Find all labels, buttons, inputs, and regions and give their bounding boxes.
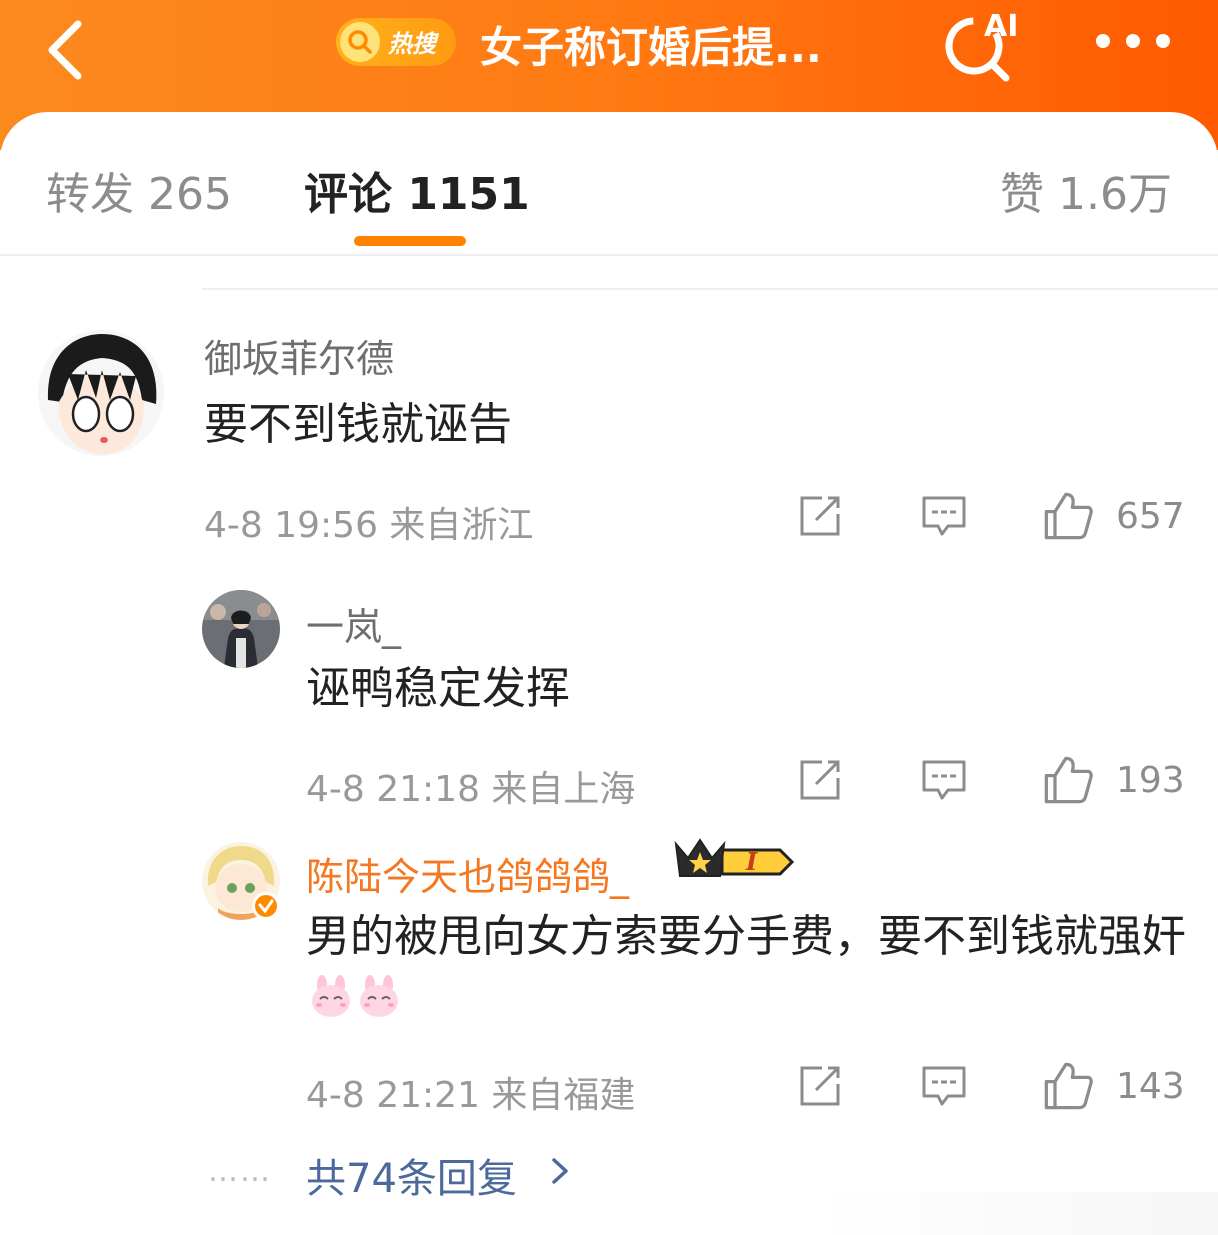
comment-text: 要不到钱就诬告 xyxy=(204,399,512,450)
more-replies-dots: …… xyxy=(208,1154,272,1189)
svg-text:AI: AI xyxy=(984,9,1018,44)
tab-comments[interactable]: 评论 1151 xyxy=(304,158,530,222)
tab-likes[interactable]: 赞 1.6万 xyxy=(1000,158,1172,222)
back-arrow-icon[interactable] xyxy=(40,10,100,80)
like-count: 143 xyxy=(1116,1066,1185,1107)
divider xyxy=(202,288,1218,290)
comment-icon[interactable] xyxy=(920,492,968,540)
like-icon[interactable] xyxy=(1042,1060,1094,1112)
active-tab-indicator xyxy=(354,236,466,246)
more-options-icon[interactable] xyxy=(1094,28,1174,54)
hot-search-badge[interactable]: 热搜 xyxy=(336,18,456,66)
comment-username[interactable]: 御坂菲尔德 xyxy=(204,328,394,383)
search-icon xyxy=(340,22,380,62)
vip-crown-badge-icon[interactable]: I xyxy=(672,836,796,886)
reply-username[interactable]: 陈陆今天也鸽鸽鸽_ xyxy=(306,846,629,901)
reply-meta: 4-8 21:18 来自上海 xyxy=(306,769,636,810)
reply-text: 诬鸭稳定发挥 xyxy=(306,663,570,714)
like-icon[interactable] xyxy=(1042,490,1094,542)
like-count: 193 xyxy=(1116,760,1185,801)
chevron-right-icon[interactable] xyxy=(548,1154,572,1188)
reply-text: 男的被甩向女方索要分手费，要不到钱就强奸 xyxy=(306,906,1186,1030)
share-icon[interactable] xyxy=(796,1062,844,1110)
tab-reposts[interactable]: 转发 265 xyxy=(46,158,232,222)
comment-icon[interactable] xyxy=(920,756,968,804)
like-count: 657 xyxy=(1116,496,1185,537)
share-icon[interactable] xyxy=(796,756,844,804)
reply-text-content: 男的被甩向女方索要分手费，要不到钱就强奸 xyxy=(306,911,1186,962)
more-replies-link[interactable]: 共74条回复 xyxy=(306,1146,517,1204)
hot-search-label: 热搜 xyxy=(388,30,436,58)
comment-icon[interactable] xyxy=(920,1062,968,1110)
share-icon[interactable] xyxy=(796,492,844,540)
like-icon[interactable] xyxy=(1042,754,1094,806)
watermark-fade xyxy=(820,1192,1218,1235)
tab-bar: 转发 265 评论 1151 赞 1.6万 xyxy=(0,112,1218,256)
avatar[interactable] xyxy=(202,590,280,668)
verified-badge-icon xyxy=(252,892,280,920)
bunny-emoji-icon xyxy=(312,975,350,1017)
reply-meta: 4-8 21:21 来自福建 xyxy=(306,1075,636,1116)
svg-text:I: I xyxy=(745,847,758,876)
reply-username[interactable]: 一岚_ xyxy=(306,596,401,651)
ai-search-icon[interactable]: AI xyxy=(940,4,1030,84)
bunny-emoji-icon xyxy=(360,975,398,1017)
page-title: 女子称订婚后提... xyxy=(480,23,822,72)
comment-meta: 4-8 19:56 来自浙江 xyxy=(204,505,534,546)
comments-panel: 转发 265 评论 1151 赞 1.6万 御坂菲尔德 要不到钱就诬告 4-8 … xyxy=(0,112,1218,1235)
avatar[interactable] xyxy=(38,330,164,456)
